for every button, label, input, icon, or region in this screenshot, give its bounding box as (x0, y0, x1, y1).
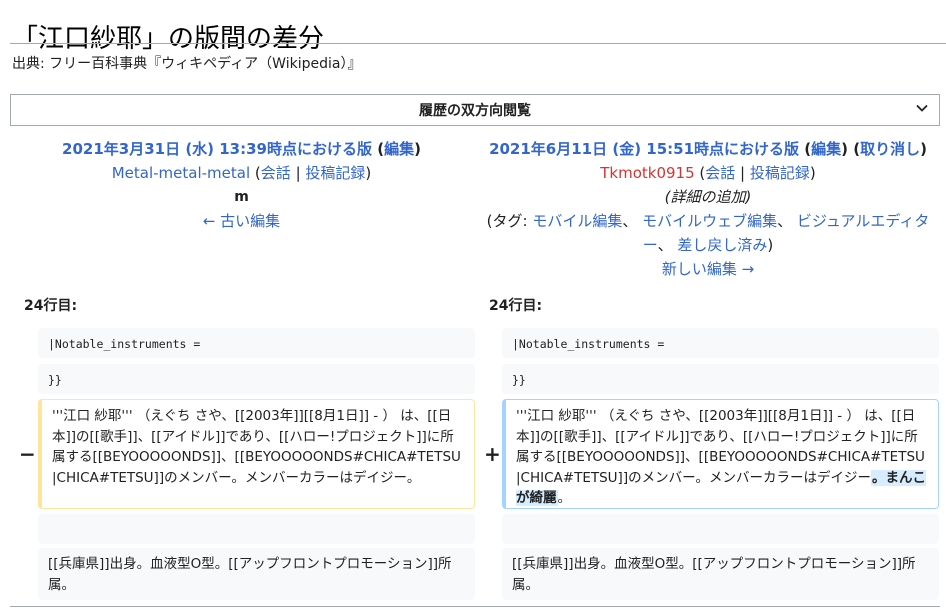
new-revision-header: 2021年6月11日 (金) 15:51時点における版 (編集) (取り消し) … (475, 137, 941, 281)
new-edit-link[interactable]: 編集 (811, 140, 841, 158)
paren: ) (414, 140, 421, 158)
bottom-divider (10, 606, 940, 607)
page-title: 「江口紗耶」の版間の差分 (12, 24, 325, 55)
tags-prefix: (タグ: (486, 212, 533, 230)
addition-marker: + (484, 442, 501, 466)
added-line-cell: '''江口 紗耶''' （えぐち さや、[[2003年]][[8月1日]] - … (502, 399, 939, 509)
old-edit-link[interactable]: 編集 (384, 140, 414, 158)
old-revision-header: 2021年3月31日 (水) 13:39時点における版 (編集) Metal-m… (10, 137, 473, 233)
old-talk-link[interactable]: 会話 (261, 164, 291, 182)
deleted-line-cell: '''江口 紗耶''' （えぐち さや、[[2003年]][[8月1日]] - … (38, 399, 475, 509)
deletion-marker: − (19, 442, 36, 466)
tags-separator: 、 (657, 236, 678, 254)
paren: ( (847, 140, 861, 158)
new-talk-link[interactable]: 会話 (705, 164, 735, 182)
old-user-link[interactable]: Metal-metal-metal (112, 164, 250, 182)
context-cell-new: }} (502, 364, 939, 394)
paren: ( (799, 140, 812, 158)
context-cell-old: [[兵庫県]]出身。血液型O型。[[アップフロントプロモーション]]所属。 (38, 548, 475, 600)
paren: ) (841, 140, 848, 158)
new-line-number: 24行目: (489, 298, 543, 314)
tag-mobile-web-edit[interactable]: モバイルウェブ編集 (642, 212, 777, 230)
old-contribs-link[interactable]: 投稿記録 (305, 164, 365, 182)
history-navigation-toggle[interactable]: 履歴の双方向閲覧 (10, 94, 940, 126)
context-cell-old: }} (38, 364, 475, 394)
source-line: 出典: フリー百科事典『ウィキペディア（Wikipedia）』 (12, 56, 362, 72)
chevron-down-icon (916, 104, 928, 112)
context-cell-new: [[兵庫県]]出身。血液型O型。[[アップフロントプロモーション]]所属。 (502, 548, 939, 600)
paren: ) (365, 164, 372, 182)
tags-separator: 、 (622, 212, 643, 230)
tag-list: (タグ: モバイル編集、 モバイルウェブ編集、 ビジュアルエディター、 差し戻し… (475, 209, 941, 257)
empty-context-cell-new (502, 514, 939, 544)
context-cell-old: |Notable_instruments = (38, 328, 475, 358)
added-text: '''江口 紗耶''' （えぐち さや、[[2003年]][[8月1日]] - … (516, 408, 925, 486)
newer-edit-link[interactable]: 新しい編集 → (662, 260, 754, 278)
old-revision-link[interactable]: 2021年3月31日 (水) 13:39時点における版 (62, 140, 372, 158)
added-text-tail: 。 (557, 490, 572, 506)
tag-reverted[interactable]: 差し戻し済み (677, 236, 767, 254)
separator: | (290, 164, 306, 182)
undo-link[interactable]: 取り消し (860, 140, 920, 158)
old-line-number: 24行目: (24, 298, 78, 314)
tag-mobile-edit[interactable]: モバイル編集 (532, 212, 622, 230)
paren: ) (920, 140, 927, 158)
edit-summary: (詳細の追加) (664, 188, 752, 206)
context-cell-new: |Notable_instruments = (502, 328, 939, 358)
separator: | (735, 164, 750, 182)
title-divider (10, 43, 946, 44)
history-navigation-label: 履歴の双方向閲覧 (419, 103, 531, 119)
older-edit-link[interactable]: ← 古い編集 (203, 212, 280, 230)
tags-suffix: ) (767, 236, 774, 254)
new-revision-link[interactable]: 2021年6月11日 (金) 15:51時点における版 (489, 140, 799, 158)
diff-page: 「江口紗耶」の版間の差分 出典: フリー百科事典『ウィキペディア（Wikiped… (0, 0, 946, 610)
tags-separator: 、 (777, 212, 797, 230)
empty-context-cell-old (38, 514, 475, 544)
minor-edit-badge: m (234, 189, 249, 205)
paren: ( (372, 140, 385, 158)
new-contribs-link[interactable]: 投稿記録 (750, 164, 810, 182)
paren: ) (809, 164, 816, 182)
new-user-link[interactable]: Tkmotk0915 (600, 164, 694, 182)
